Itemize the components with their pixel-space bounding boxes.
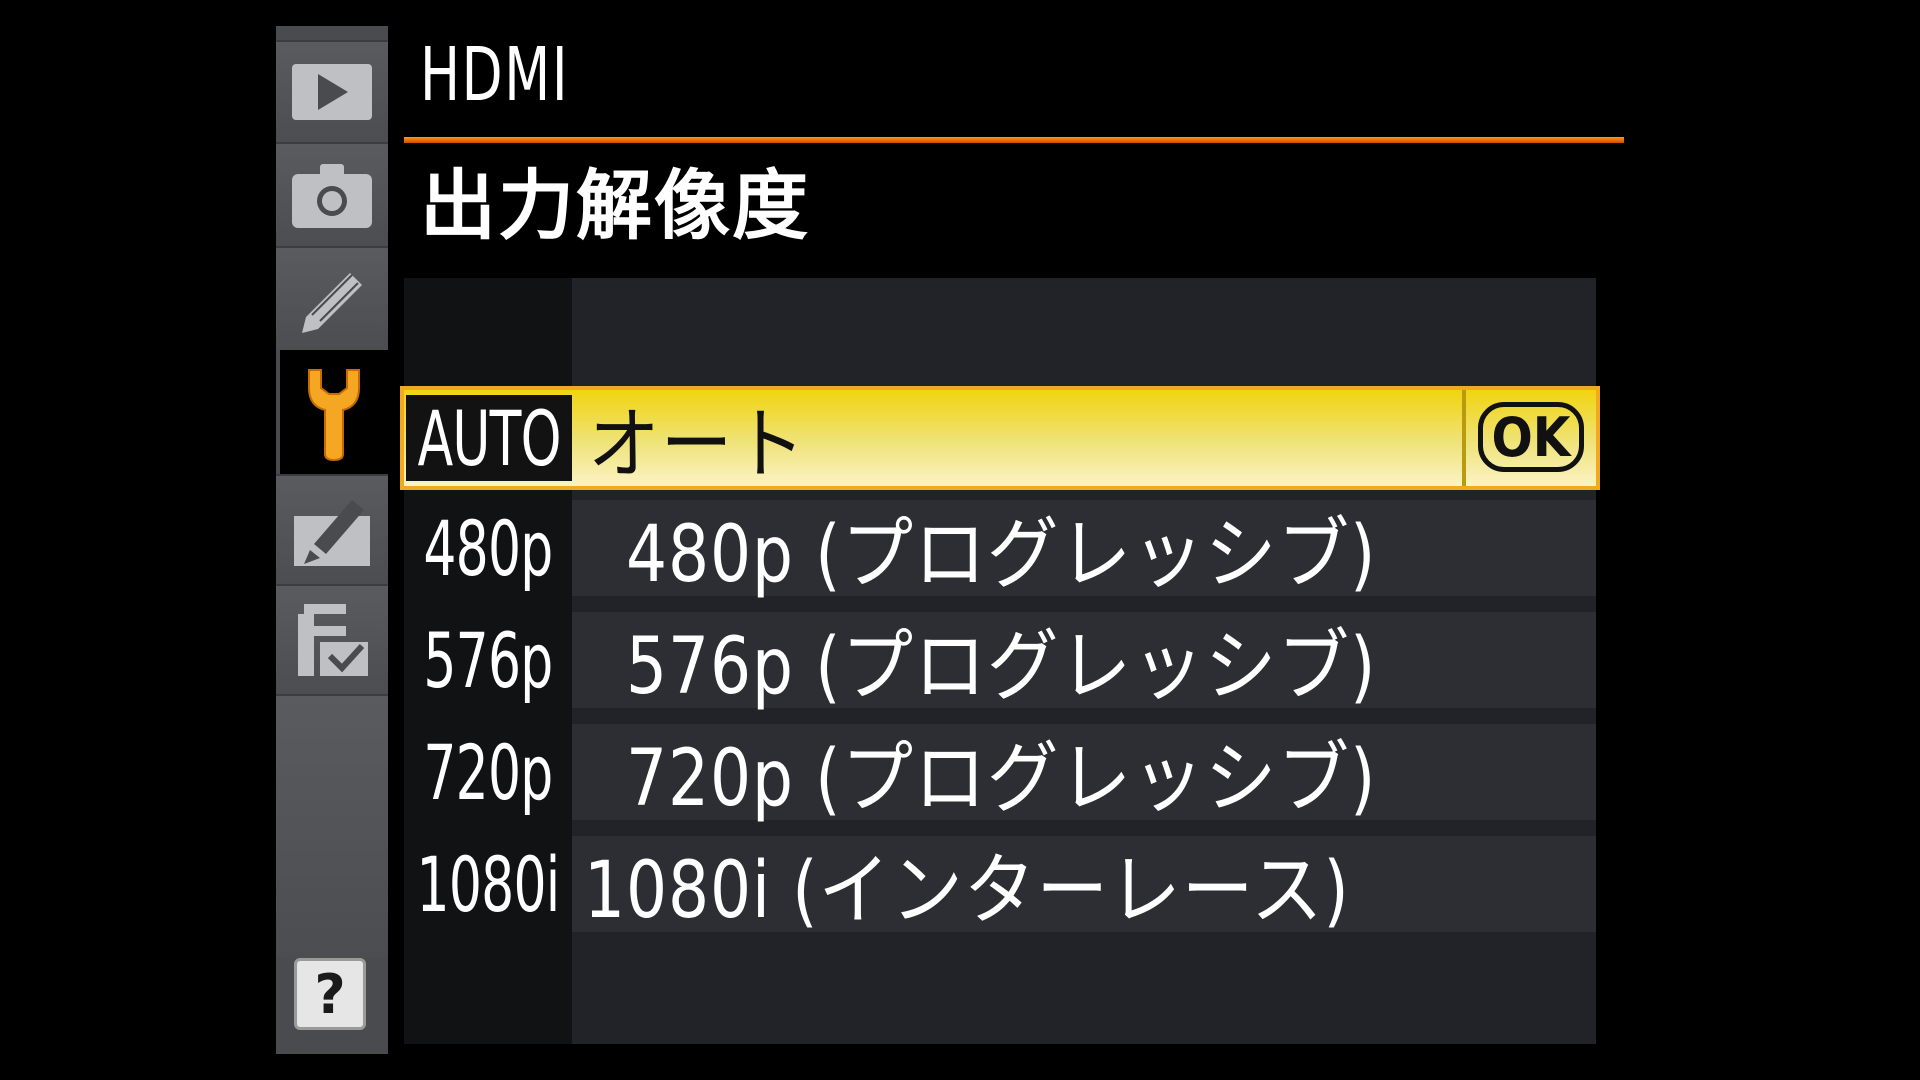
tab-playback-menu[interactable] <box>276 40 388 142</box>
pencil-icon <box>302 273 362 333</box>
menu-sidebar: ? <box>276 26 388 1054</box>
tab-custom-settings-menu[interactable] <box>276 246 388 350</box>
page-subtitle: 出力解像度 <box>420 161 810 250</box>
camera-icon <box>292 164 372 228</box>
option-label: 576p (プログレッシブ) <box>626 622 1377 712</box>
tab-shooting-menu[interactable] <box>276 142 388 246</box>
option-key-cell: 720p <box>404 724 572 820</box>
title-divider <box>404 137 1624 143</box>
option-key: 720p <box>423 727 553 817</box>
ok-button[interactable]: OK <box>1478 402 1584 472</box>
ok-separator <box>1462 390 1466 486</box>
option-480p[interactable]: 480p 480p (プログレッシブ) <box>404 500 1596 600</box>
option-1080i[interactable]: 1080i 1080i (インターレース) <box>404 836 1596 936</box>
option-key: AUTO <box>417 393 561 483</box>
option-720p[interactable]: 720p 720p (プログレッシブ) <box>404 724 1596 824</box>
wrench-icon <box>308 369 360 462</box>
option-key-cell: AUTO <box>406 393 572 483</box>
option-label: 1080i (インターレース) <box>584 846 1350 936</box>
play-icon <box>292 64 372 120</box>
my-menu-check-icon <box>298 604 368 676</box>
option-key-cell: 576p <box>404 612 572 708</box>
camera-menu-screen: ? HDMI 出力解像度 AUTO オート OK 480p 480p (プログレ… <box>0 0 1920 1080</box>
option-key-cell: 1080i <box>404 836 572 932</box>
option-key-cell: 480p <box>404 500 572 596</box>
help-button[interactable]: ? <box>294 958 366 1030</box>
tab-setup-menu[interactable] <box>280 350 388 474</box>
retouch-brush-icon <box>294 500 370 566</box>
option-key: 480p <box>423 503 553 593</box>
menu-title: HDMI <box>420 32 570 118</box>
sidebar-filler <box>276 694 388 958</box>
option-auto[interactable]: AUTO オート OK <box>400 386 1600 490</box>
option-key: 576p <box>423 615 553 705</box>
tab-retouch-menu[interactable] <box>276 474 388 584</box>
option-576p[interactable]: 576p 576p (プログレッシブ) <box>404 612 1596 712</box>
option-label: 720p (プログレッシブ) <box>626 734 1377 824</box>
option-label: オート <box>588 400 807 490</box>
option-label: 480p (プログレッシブ) <box>626 510 1377 600</box>
tab-my-menu[interactable] <box>276 584 388 694</box>
option-key: 1080i <box>416 839 561 929</box>
